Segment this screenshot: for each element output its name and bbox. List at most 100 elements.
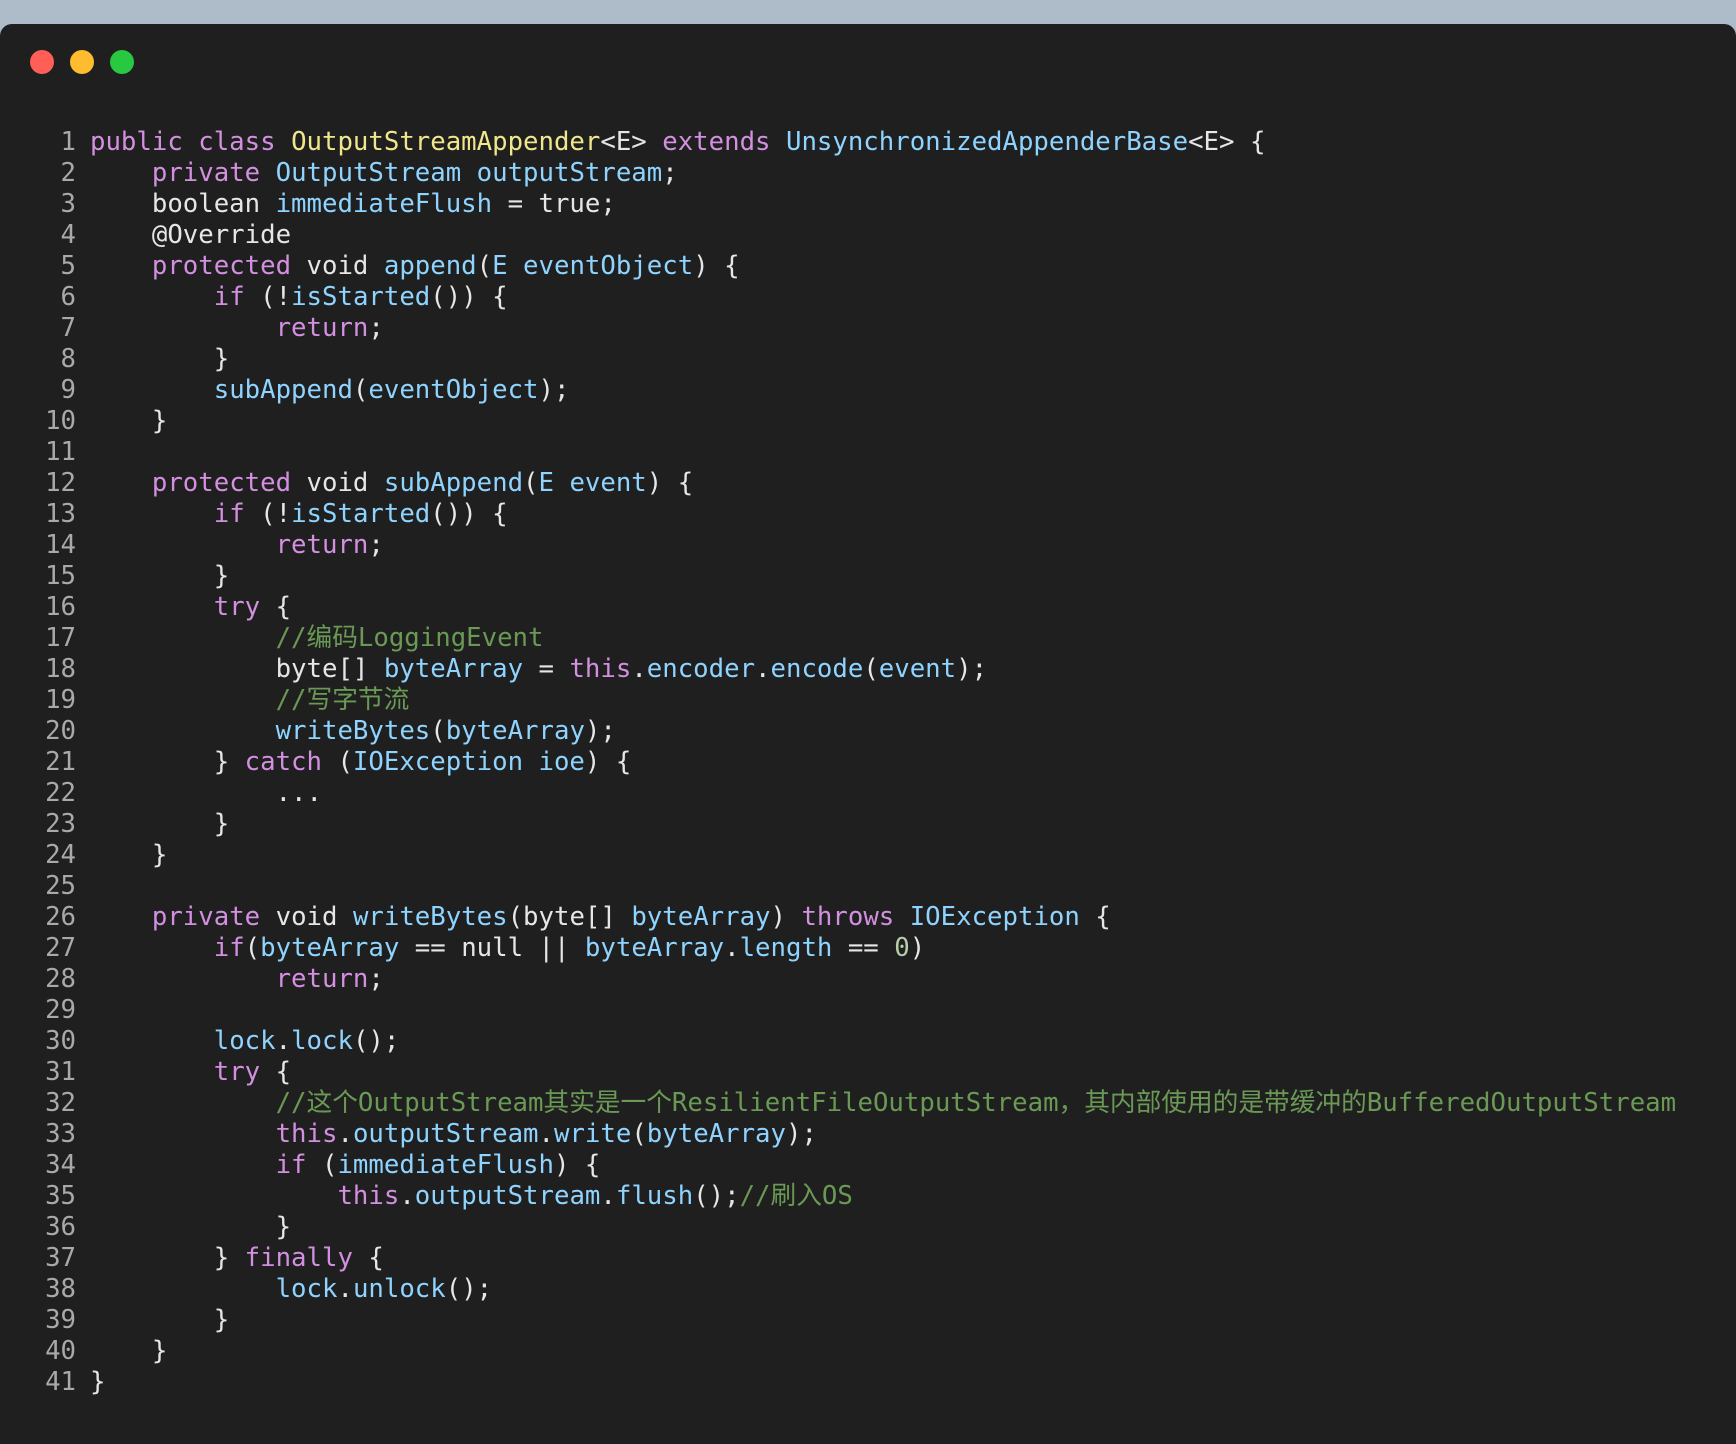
close-button[interactable] bbox=[30, 50, 54, 74]
line-number: 38 bbox=[45, 1274, 76, 1304]
line-number: 5 bbox=[60, 251, 76, 281]
code-token: } bbox=[90, 1305, 230, 1335]
code-token: eventObject bbox=[368, 375, 539, 405]
line-number: 11 bbox=[45, 437, 76, 467]
code-token: if bbox=[213, 933, 245, 963]
code-token: ... bbox=[90, 778, 322, 808]
line-number: 19 bbox=[45, 685, 76, 715]
line-number: 10 bbox=[45, 406, 76, 436]
code-text: byte[] byteArray = this.encoder.encode(e… bbox=[76, 654, 987, 685]
code-token: byte[] bbox=[90, 654, 384, 684]
code-text: } catch (IOException ioe) { bbox=[76, 747, 632, 778]
code-token: ) bbox=[770, 902, 802, 932]
zoom-button[interactable] bbox=[110, 50, 134, 74]
code-token: } bbox=[90, 1367, 106, 1397]
code-token: byteArray bbox=[260, 933, 400, 963]
code-token: outputStream bbox=[414, 1181, 601, 1211]
line-number: 33 bbox=[45, 1119, 76, 1149]
code-token: immediateFlush bbox=[275, 189, 493, 219]
code-line: 29 bbox=[0, 995, 1736, 1026]
code-token: isStarted bbox=[291, 282, 431, 312]
line-number: 26 bbox=[45, 902, 76, 932]
line-number: 17 bbox=[45, 623, 76, 653]
code-token: ( bbox=[523, 468, 539, 498]
code-line: 19 //写字节流 bbox=[0, 685, 1736, 716]
code-token: byteArray bbox=[445, 716, 585, 746]
code-token: { bbox=[368, 1243, 384, 1273]
code-line: 10 } bbox=[0, 406, 1736, 437]
line-number: 14 bbox=[45, 530, 76, 560]
code-token: . bbox=[755, 654, 771, 684]
code-line: 30 lock.lock(); bbox=[0, 1026, 1736, 1057]
code-text: try { bbox=[76, 592, 291, 623]
code-token: void bbox=[306, 251, 384, 281]
code-text: return; bbox=[76, 964, 384, 995]
line-number: 16 bbox=[45, 592, 76, 622]
code-token: boolean bbox=[90, 189, 276, 219]
code-token: encode bbox=[770, 654, 864, 684]
line-number: 8 bbox=[60, 344, 76, 374]
code-line: 34 if (immediateFlush) { bbox=[0, 1150, 1736, 1181]
code-line: 2 private OutputStream outputStream; bbox=[0, 158, 1736, 189]
code-line: 37 } finally { bbox=[0, 1243, 1736, 1274]
code-line: 7 return; bbox=[0, 313, 1736, 344]
code-token: = bbox=[523, 654, 570, 684]
code-token: } bbox=[90, 809, 230, 839]
code-token: ) { bbox=[646, 468, 694, 498]
code-token: (); bbox=[352, 1026, 400, 1056]
code-line: 31 try { bbox=[0, 1057, 1736, 1088]
code-token: == bbox=[832, 933, 895, 963]
code-token: byteArray bbox=[631, 902, 771, 932]
line-number: 3 bbox=[60, 189, 76, 219]
code-text: } bbox=[76, 406, 167, 437]
code-text: boolean immediateFlush = true; bbox=[76, 189, 616, 220]
line-number: 34 bbox=[45, 1150, 76, 1180]
minimize-button[interactable] bbox=[70, 50, 94, 74]
code-line: 8 } bbox=[0, 344, 1736, 375]
line-number: 12 bbox=[45, 468, 76, 498]
code-token: protected bbox=[151, 251, 307, 281]
code-line: 40 } bbox=[0, 1336, 1736, 1367]
code-token: this bbox=[275, 1119, 338, 1149]
code-line: 21 } catch (IOException ioe) { bbox=[0, 747, 1736, 778]
code-token: E eventObject bbox=[492, 251, 694, 281]
code-token: lock bbox=[213, 1026, 276, 1056]
code-token: OutputStreamAppender bbox=[291, 127, 601, 157]
code-token: IOException bbox=[909, 902, 1080, 932]
code-token: ( bbox=[337, 747, 353, 777]
code-token: @Override bbox=[90, 220, 292, 250]
code-token: ); bbox=[785, 1119, 817, 1149]
code-line: 35 this.outputStream.flush();//刷入OS bbox=[0, 1181, 1736, 1212]
code-text: lock.lock(); bbox=[76, 1026, 400, 1057]
code-token: protected bbox=[151, 468, 307, 498]
code-token: //这个OutputStream其实是一个ResilientFileOutput… bbox=[275, 1088, 1677, 1118]
code-token: //刷入OS bbox=[739, 1181, 853, 1211]
code-text: public class OutputStreamAppender<E> ext… bbox=[76, 127, 1265, 158]
code-line: 12 protected void subAppend(E event) { bbox=[0, 468, 1736, 499]
code-text: if (!isStarted()) { bbox=[76, 282, 508, 313]
line-number: 31 bbox=[45, 1057, 76, 1087]
code-token: lock bbox=[275, 1274, 338, 1304]
code-line: 33 this.outputStream.write(byteArray); bbox=[0, 1119, 1736, 1150]
code-token: . bbox=[724, 933, 740, 963]
code-line: 20 writeBytes(byteArray); bbox=[0, 716, 1736, 747]
code-line: 13 if (!isStarted()) { bbox=[0, 499, 1736, 530]
code-text: //编码LoggingEvent bbox=[76, 623, 544, 654]
code-token: ; bbox=[368, 964, 384, 994]
code-token: . bbox=[631, 654, 647, 684]
code-line: 23 } bbox=[0, 809, 1736, 840]
code-token: append bbox=[383, 251, 477, 281]
code-text: } bbox=[76, 1336, 167, 1367]
code-text: protected void append(E eventObject) { bbox=[76, 251, 740, 282]
code-token: . bbox=[337, 1274, 353, 1304]
